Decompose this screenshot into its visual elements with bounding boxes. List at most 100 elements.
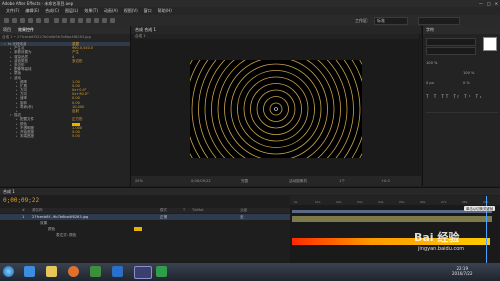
character-tab-bar: 字符 <box>423 26 500 34</box>
wave-ring <box>256 89 296 129</box>
clone-tool-icon[interactable] <box>86 18 91 23</box>
wave-ring <box>237 70 315 148</box>
composition-footer: 25% 0;00;09;22 完整 活动摄像机 1个 +0.0 <box>131 176 421 186</box>
menu-edit[interactable]: 编辑(E) <box>25 8 39 14</box>
wave-ring <box>190 60 362 158</box>
wave-ring <box>243 76 309 142</box>
tab-composition[interactable]: 合成 合成 1 <box>135 27 156 33</box>
wave-ring <box>190 60 362 158</box>
time-ruler[interactable]: 0s01s02s03s04s05s06s07s08s09s <box>290 196 500 205</box>
minimize-button[interactable]: — <box>479 1 483 6</box>
property-name: 末端宽度 <box>20 134 34 139</box>
brush-tool-icon[interactable] <box>78 18 83 23</box>
after-effects-icon[interactable] <box>134 266 152 279</box>
taskbar: 22:19 2016/7/22 <box>0 263 500 281</box>
tab-project[interactable]: 项目 <box>3 27 11 33</box>
property-row[interactable]: ▸ 末端宽度 5.00 <box>0 134 130 138</box>
exposure-value[interactable]: +0.0 <box>381 179 390 183</box>
vertical-scale-value[interactable]: 100 % <box>426 61 437 66</box>
menu-view[interactable]: 视图(V) <box>124 8 138 14</box>
layer-prop-expression[interactable]: 表达式: 颜色 <box>56 232 76 238</box>
pan-behind-tool-icon[interactable] <box>44 18 49 23</box>
tooltip: 单击以切换关键帧 <box>464 206 496 211</box>
effect-controls-path: 合成 1 • 27fcecb8f3227b0d4b9b7b6ba4f8283.j… <box>2 35 91 39</box>
mask-tool-icon[interactable] <box>54 18 59 23</box>
composition-canvas[interactable] <box>190 60 362 158</box>
timeline-timecode[interactable]: 0;00;09;22 <box>3 197 39 204</box>
media-player-icon[interactable] <box>90 266 101 277</box>
disclosure-triangle-icon[interactable]: ▸ <box>16 134 18 138</box>
zoom-level[interactable]: 25% <box>135 179 143 183</box>
wave-ring <box>224 60 328 158</box>
work-area-bar[interactable] <box>292 210 492 213</box>
search-help-input[interactable] <box>418 17 460 25</box>
table-row[interactable]: 表达式: 颜色 <box>0 232 290 238</box>
horizontal-scale-value[interactable]: 100 % <box>463 71 474 76</box>
wave-ring <box>250 83 302 135</box>
timeline-tracks[interactable]: 0s01s02s03s04s05s06s07s08s09s 单击以切换关键帧 <box>290 196 500 264</box>
col-t: T <box>183 208 186 212</box>
rotate-tool-icon[interactable] <box>28 18 33 23</box>
font-family-select[interactable] <box>426 38 476 46</box>
text-format-buttons[interactable]: T T TT Tr T¹ T₁ <box>426 94 496 99</box>
title-bar: Adobe After Effects - 未命名项目.aep — □ ✕ <box>0 0 500 7</box>
composition-subtab[interactable]: 合成 1 <box>135 34 146 39</box>
color-swatch[interactable] <box>134 227 142 231</box>
views-select[interactable]: 1个 <box>339 179 345 184</box>
eraser-tool-icon[interactable] <box>94 18 99 23</box>
ie-icon[interactable] <box>24 266 35 277</box>
effect-controls-panel: 项目 效果控件 合成 1 • 27fcecb8f3227b0d4b9b7b6ba… <box>0 26 131 186</box>
selection-tool-icon[interactable] <box>4 18 9 23</box>
system-clock[interactable]: 22:19 2016/7/22 <box>452 266 473 276</box>
fill-color-swatch[interactable] <box>483 37 497 51</box>
anchor-point-icon <box>274 107 278 111</box>
expression-graph-bar <box>292 238 490 245</box>
divider <box>426 112 498 113</box>
wave-ring <box>204 60 348 158</box>
menu-animation[interactable]: 动画(A) <box>104 8 118 14</box>
wave-ring <box>230 63 322 155</box>
menu-effect[interactable]: 效果(T) <box>84 8 98 14</box>
baseline-shift-value[interactable]: 0 px <box>426 81 434 86</box>
font-style-select[interactable] <box>426 47 476 55</box>
tsume-value[interactable]: 0 % <box>463 81 470 86</box>
character-panel: 字符 100 % 100 % 0 px 0 % T T TT Tr T¹ T₁ <box>422 26 500 186</box>
property-value[interactable]: 5.00 <box>72 134 80 138</box>
current-time[interactable]: 0;00;09;22 <box>191 179 211 183</box>
folder-icon[interactable] <box>46 266 57 277</box>
app-icon[interactable] <box>112 266 123 277</box>
puppet-tool-icon[interactable] <box>110 18 115 23</box>
ruler-tick-label: 03s <box>357 200 363 204</box>
menu-window[interactable]: 窗口 <box>144 8 152 14</box>
green-app-icon[interactable] <box>156 266 167 277</box>
tab-effect-controls[interactable]: 效果控件 <box>18 27 34 33</box>
tab-timeline-comp[interactable]: 合成 1 <box>3 189 15 195</box>
firefox-icon[interactable] <box>68 266 79 277</box>
menu-file[interactable]: 文件(F) <box>6 8 19 14</box>
roto-brush-tool-icon[interactable] <box>102 18 107 23</box>
hand-tool-icon[interactable] <box>12 18 17 23</box>
menu-layer[interactable]: 图层(L) <box>65 8 78 14</box>
camera-tool-icon[interactable] <box>36 18 41 23</box>
start-button-icon[interactable] <box>3 266 14 277</box>
workspace-select[interactable]: 标准 <box>374 17 408 25</box>
pen-tool-icon[interactable] <box>62 18 67 23</box>
close-button[interactable]: ✕ <box>495 1 498 6</box>
col-number: # <box>22 208 25 212</box>
camera-select[interactable]: 活动摄像机 <box>289 179 307 184</box>
tab-character[interactable]: 字符 <box>426 27 434 33</box>
watermark-brand: Bai 经验 <box>414 231 460 244</box>
workspace-label: 工作区: <box>355 18 369 23</box>
menu-composition[interactable]: 合成(C) <box>45 8 59 14</box>
text-tool-icon[interactable] <box>70 18 75 23</box>
ruler-tick-label: 01s <box>315 200 321 204</box>
resolution-select[interactable]: 完整 <box>241 179 248 184</box>
radio-waves-rings <box>190 60 362 158</box>
wave-ring <box>269 102 283 116</box>
zoom-tool-icon[interactable] <box>20 18 25 23</box>
maximize-button[interactable]: □ <box>487 1 491 6</box>
layer-duration-bar[interactable] <box>292 216 492 222</box>
property-list: ▾ fx 无线电波 重置 ▸ 产生点 960.0,540.0 ▸ 参数设置为 产生 ▸ 渲染品质 4 ▸… <box>0 42 130 138</box>
timeline-tabs: 合成 1 <box>0 188 500 195</box>
menu-help[interactable]: 帮助(H) <box>158 8 172 14</box>
